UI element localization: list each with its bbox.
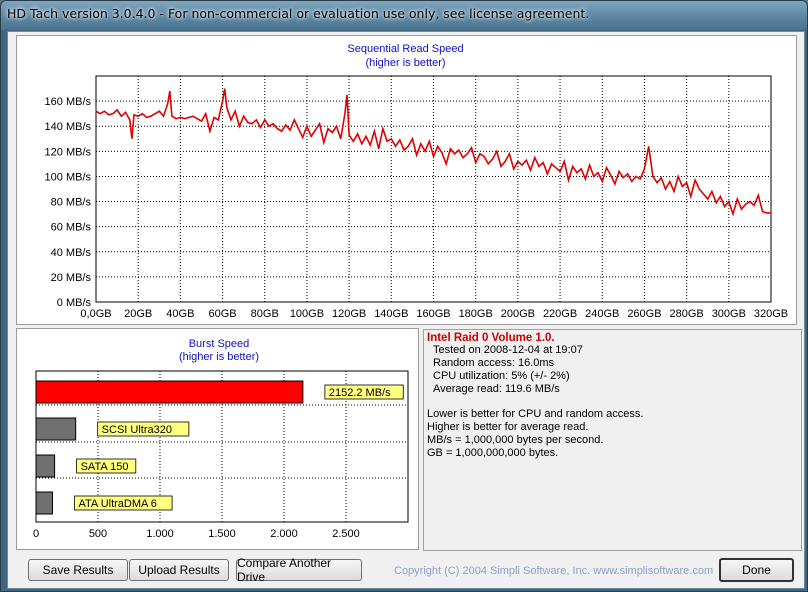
x-tick-label: 240GB xyxy=(585,308,619,320)
x-tick-label: 180GB xyxy=(459,308,493,320)
note-gb-def: GB = 1,000,000,000 bytes. xyxy=(427,447,559,459)
burst-x-tick: 1.500 xyxy=(208,528,236,540)
y-tick-label: 100 MB/s xyxy=(45,171,92,183)
tested-on: Tested on 2008-12-04 at 19:07 xyxy=(433,344,583,356)
y-tick-label: 20 MB/s xyxy=(51,272,92,284)
random-access: Random access: 16.0ms xyxy=(433,357,555,369)
note-mbs-def: MB/s = 1,000,000 bytes per second. xyxy=(427,434,604,446)
burst-value-label: SATA 150 xyxy=(81,461,129,473)
burst-bar xyxy=(35,491,53,515)
client-area: Sequential Read Speed (higher is better) 0… xyxy=(7,31,805,589)
cpu-utilization: CPU utilization: 5% (+/- 2%) xyxy=(433,370,570,382)
burst-value-label: 2152.2 MB/s xyxy=(329,387,391,399)
drive-name: Intel Raid 0 Volume 1.0. xyxy=(427,332,555,344)
x-tick-label: 200GB xyxy=(501,308,535,320)
x-tick-label: 140GB xyxy=(374,308,408,320)
y-tick-label: 140 MB/s xyxy=(45,121,92,133)
note-higher-better: Higher is better for average read. xyxy=(427,421,589,433)
chart-subtitle: (higher is better) xyxy=(365,57,445,69)
burst-value-label-group: 2152.2 MB/s xyxy=(324,384,404,400)
burst-x-tick: 500 xyxy=(89,528,107,540)
burst-x-tick: 1.000 xyxy=(146,528,174,540)
x-tick-label: 80GB xyxy=(251,308,279,320)
burst-title: Burst Speed xyxy=(189,338,250,350)
burst-value-label-group: SCSI Ultra320 xyxy=(97,421,190,437)
burst-x-tick: 2.500 xyxy=(332,528,360,540)
copyright-text: Copyright (C) 2004 Simpli Software, Inc.… xyxy=(394,565,714,577)
burst-x-tick: 0 xyxy=(33,528,39,540)
x-tick-label: 220GB xyxy=(543,308,577,320)
y-tick-label: 160 MB/s xyxy=(45,96,92,108)
save-results-button[interactable]: Save Results xyxy=(28,559,128,581)
y-tick-label: 80 MB/s xyxy=(51,197,92,209)
y-tick-label: 40 MB/s xyxy=(51,247,92,259)
average-read: Average read: 119.6 MB/s xyxy=(433,383,560,395)
note-lower-better: Lower is better for CPU and random acces… xyxy=(427,408,644,420)
burst-bar xyxy=(35,454,56,478)
x-tick-label: 100GB xyxy=(290,308,324,320)
done-button[interactable]: Done xyxy=(719,558,794,582)
x-tick-label: 0,0GB xyxy=(80,308,111,320)
chart-title: Sequential Read Speed xyxy=(347,43,463,55)
burst-speed-panel: Burst Speed (higher is better) 0 500 1.000 1.… xyxy=(16,328,419,550)
x-tick-label: 260GB xyxy=(627,308,661,320)
burst-x-tick: 2.000 xyxy=(270,528,298,540)
x-tick-label: 300GB xyxy=(712,308,746,320)
burst-value-label-group: SATA 150 xyxy=(76,458,137,474)
sequential-read-panel: Sequential Read Speed (higher is better) 0… xyxy=(16,35,797,325)
burst-value-label-group: ATA UltraDMA 6 xyxy=(74,495,173,511)
upload-results-label: Upload Results xyxy=(138,563,220,577)
x-tick-label: 160GB xyxy=(416,308,450,320)
burst-speed-chart: Burst Speed(higher is better) 0 500 1.000 1.… xyxy=(33,338,409,540)
sequential-read-chart: Sequential Read Speed (higher is better) 0… xyxy=(45,43,789,320)
x-tick-label: 120GB xyxy=(332,308,366,320)
y-tick-label: 120 MB/s xyxy=(45,146,92,158)
results-info-panel: Intel Raid 0 Volume 1.0. Tested on 2008-… xyxy=(423,329,802,551)
burst-subtitle: (higher is better) xyxy=(179,351,259,363)
burst-bar xyxy=(35,417,77,441)
x-tick-label: 40GB xyxy=(166,308,194,320)
compare-drive-label: Compare Another Drive xyxy=(237,556,332,584)
done-label: Done xyxy=(742,563,771,577)
y-tick-label: 60 MB/s xyxy=(51,222,92,234)
burst-value-label: SCSI Ultra320 xyxy=(102,424,172,436)
burst-value-label: ATA UltraDMA 6 xyxy=(78,498,156,510)
compare-drive-button[interactable]: Compare Another Drive xyxy=(236,556,362,584)
x-tick-label: 320GB xyxy=(754,308,788,320)
burst-bar xyxy=(35,380,304,404)
upload-results-button[interactable]: Upload Results xyxy=(129,559,229,581)
x-tick-label: 60GB xyxy=(208,308,236,320)
x-tick-label: 20GB xyxy=(124,308,152,320)
window-title: HD Tach version 3.0.4.0 - For non-commer… xyxy=(7,6,590,21)
save-results-label: Save Results xyxy=(42,563,114,577)
x-tick-label: 280GB xyxy=(670,308,704,320)
app-window: HD Tach version 3.0.4.0 - For non-commer… xyxy=(0,0,808,592)
